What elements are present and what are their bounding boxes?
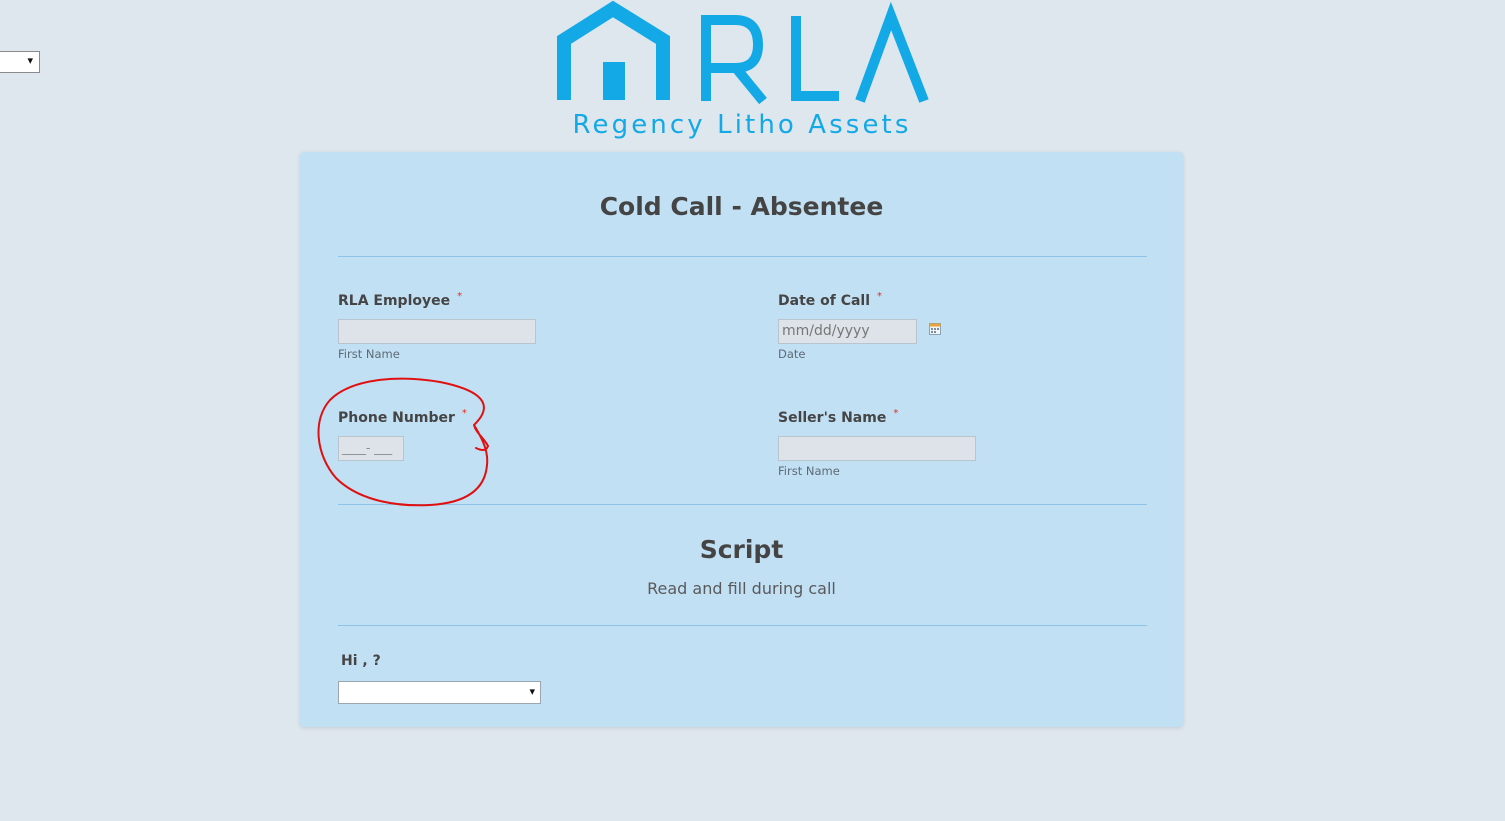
- language-select[interactable]: ▾: [0, 51, 40, 73]
- phone-mask: ____- ___: [342, 441, 393, 455]
- form-title: Cold Call - Absentee: [599, 192, 884, 221]
- script-section-subtitle: Read and fill during call: [647, 579, 836, 598]
- section-divider: [338, 504, 1147, 505]
- logo-tagline: Regency Litho Assets: [572, 110, 912, 140]
- employee-label: RLA Employee *: [338, 291, 463, 309]
- phone-number-label: Phone Number *: [338, 408, 467, 426]
- date-of-call-input[interactable]: mm/dd/yyyy: [778, 319, 917, 344]
- script-divider: [338, 625, 1147, 626]
- phone-number-label-text: Phone Number: [338, 410, 455, 426]
- house-door-icon: [603, 62, 625, 100]
- form-card: Cold Call - Absentee RLA Employee * First…: [300, 152, 1183, 727]
- greeting-label: Hi , ?: [341, 653, 381, 669]
- date-sublabel: Date: [778, 347, 806, 361]
- employee-first-name-input[interactable]: [338, 319, 536, 344]
- seller-name-label: Seller's Name *: [778, 408, 899, 426]
- required-marker: *: [877, 291, 883, 302]
- employee-sublabel: First Name: [338, 347, 400, 361]
- seller-sublabel: First Name: [778, 464, 840, 478]
- rla-logo-mark: [557, 0, 929, 105]
- date-placeholder: mm/dd/yyyy: [782, 323, 870, 339]
- company-logo: Regency Litho Assets: [553, 0, 933, 145]
- dropdown-arrow-icon: ▾: [27, 54, 33, 67]
- required-marker: *: [461, 408, 467, 419]
- date-of-call-label-text: Date of Call: [778, 293, 871, 309]
- calendar-icon[interactable]: [929, 323, 941, 335]
- dropdown-arrow-icon: ▾: [529, 685, 535, 698]
- employee-label-text: RLA Employee: [338, 293, 451, 309]
- required-marker: *: [457, 291, 463, 302]
- phone-number-input[interactable]: ____- ___: [338, 436, 404, 461]
- date-of-call-label: Date of Call *: [778, 291, 883, 309]
- title-divider: [338, 256, 1147, 257]
- greeting-select[interactable]: ▾: [338, 681, 541, 704]
- seller-name-label-text: Seller's Name: [778, 410, 887, 426]
- script-section-title: Script: [699, 535, 784, 564]
- required-marker: *: [893, 408, 899, 419]
- seller-first-name-input[interactable]: [778, 436, 976, 461]
